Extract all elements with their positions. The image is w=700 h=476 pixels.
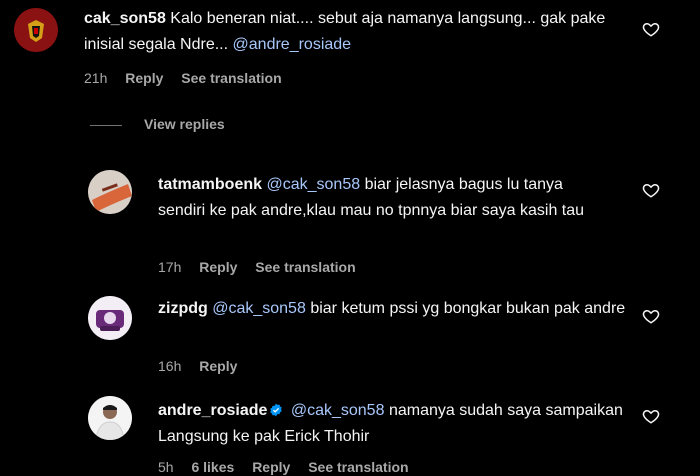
comment-meta: 21h Reply See translation — [84, 70, 296, 86]
verified-badge-icon — [270, 403, 283, 417]
avatar[interactable] — [88, 170, 132, 214]
comment-body: tatmamboenk @cak_son58 biar jelasnya bag… — [158, 172, 598, 224]
likes-count[interactable]: 6 likes — [191, 459, 234, 475]
heart-icon[interactable] — [642, 181, 660, 199]
mention-link[interactable]: @cak_son58 — [291, 402, 385, 419]
avatar[interactable] — [14, 8, 58, 52]
comment-meta: 17h Reply See translation — [158, 259, 370, 275]
username[interactable]: cak_son58 — [84, 10, 166, 27]
heart-icon[interactable] — [642, 407, 660, 425]
timestamp[interactable]: 21h — [84, 70, 107, 86]
timestamp[interactable]: 16h — [158, 358, 181, 374]
avatar[interactable] — [88, 296, 132, 340]
reply-button[interactable]: Reply — [125, 70, 163, 86]
view-replies-label: View replies — [144, 116, 225, 132]
mention-link[interactable]: @andre_rosiade — [233, 36, 352, 53]
comment-meta: 5h 6 likes Reply See translation — [158, 459, 423, 475]
see-translation-button[interactable]: See translation — [181, 70, 281, 86]
timestamp[interactable]: 5h — [158, 459, 174, 475]
username[interactable]: zizpdg — [158, 300, 208, 317]
view-replies-button[interactable]: View replies — [90, 116, 225, 132]
comment-body: cak_son58 Kalo beneran niat.... sebut aj… — [84, 6, 644, 58]
see-translation-button[interactable]: See translation — [255, 259, 355, 275]
divider-line — [90, 124, 122, 126]
reply-button[interactable]: Reply — [199, 259, 237, 275]
reply-button[interactable]: Reply — [252, 459, 290, 475]
comment-text: biar ketum pssi yg bongkar bukan pak and… — [310, 300, 626, 317]
heart-icon[interactable] — [642, 307, 660, 325]
see-translation-button[interactable]: See translation — [308, 459, 408, 475]
mention-link[interactable]: @cak_son58 — [212, 300, 306, 317]
mention-link[interactable]: @cak_son58 — [266, 176, 360, 193]
timestamp[interactable]: 17h — [158, 259, 181, 275]
avatar[interactable] — [88, 396, 132, 440]
heart-icon[interactable] — [642, 20, 660, 38]
comment-body: zizpdg @cak_son58 biar ketum pssi yg bon… — [158, 296, 628, 322]
comment-body: andre_rosiade @cak_son58 namanya sudah s… — [158, 398, 628, 450]
reply-button[interactable]: Reply — [199, 358, 237, 374]
username[interactable]: andre_rosiade — [158, 402, 267, 419]
comment-meta: 16h Reply — [158, 358, 251, 374]
username[interactable]: tatmamboenk — [158, 176, 262, 193]
